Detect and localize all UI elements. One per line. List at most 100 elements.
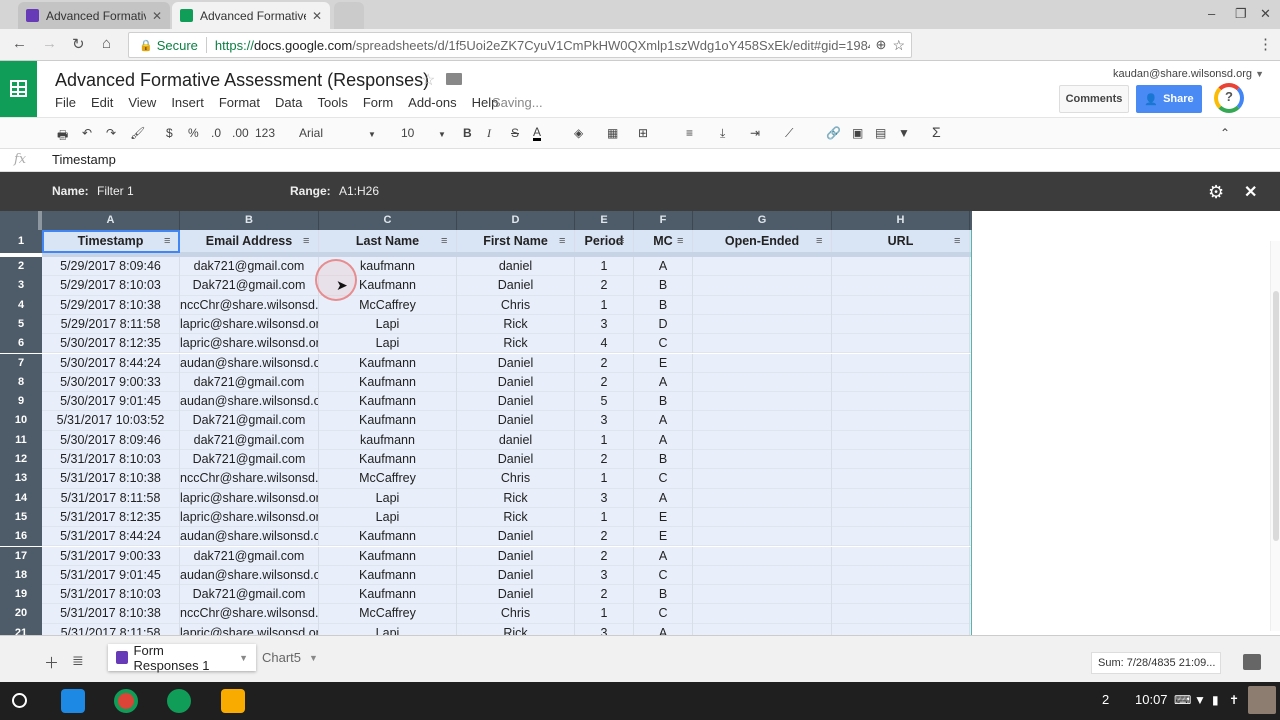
paint-format-icon[interactable]: 🖌 [130, 126, 145, 140]
header-cell[interactable]: Period [575, 230, 634, 252]
table-cell[interactable]: Daniel [457, 411, 575, 431]
table-cell[interactable]: Kaufmann [319, 372, 457, 393]
row-number[interactable]: 5 [0, 314, 42, 335]
table-cell[interactable]: Daniel [457, 527, 575, 547]
help-icon[interactable]: ? [1214, 83, 1244, 113]
table-cell[interactable]: 3 [575, 565, 634, 586]
scrollbar-thumb[interactable] [1273, 291, 1279, 541]
table-cell[interactable] [832, 604, 970, 624]
table-cell[interactable]: nccChr@share.wilsonsd.or [180, 469, 319, 489]
table-cell[interactable]: 2 [575, 372, 634, 393]
close-tab-icon[interactable]: ✕ [312, 9, 322, 23]
table-cell[interactable]: Daniel [457, 276, 575, 296]
collapse-toolbar-icon[interactable]: ⌃ [1220, 126, 1230, 140]
table-cell[interactable]: Dak721@gmail.com [180, 585, 319, 605]
table-cell[interactable]: McCaffrey [319, 604, 457, 624]
filter-icon[interactable]: ≡ [441, 235, 447, 247]
table-cell[interactable] [693, 430, 832, 450]
header-cell[interactable]: Last Name [319, 230, 457, 252]
table-cell[interactable]: 5 [575, 392, 634, 412]
table-cell[interactable] [832, 469, 970, 489]
table-cell[interactable]: 5/31/2017 8:12:35 [42, 507, 180, 528]
table-cell[interactable] [832, 334, 970, 354]
row-number[interactable]: 10 [0, 411, 42, 431]
menu-format[interactable]: Format [219, 95, 260, 110]
text-wrap-icon[interactable]: ⇥ [750, 126, 760, 140]
menu-file[interactable]: File [55, 95, 76, 110]
filter-icon[interactable]: ▼ [898, 126, 910, 140]
table-cell[interactable]: 1 [575, 604, 634, 624]
insert-chart-icon[interactable]: ▤ [875, 126, 886, 140]
launcher-icon[interactable] [12, 693, 27, 708]
table-cell[interactable]: 3 [575, 314, 634, 335]
table-cell[interactable]: nccChr@share.wilsonsd.or [180, 295, 319, 315]
table-cell[interactable] [693, 314, 832, 335]
table-cell[interactable]: Lapi [319, 334, 457, 354]
chrome-app-icon[interactable] [114, 689, 138, 713]
table-cell[interactable]: Rick [457, 507, 575, 528]
table-cell[interactable] [832, 314, 970, 335]
table-cell[interactable]: 2 [575, 527, 634, 547]
menu-form[interactable]: Form [363, 95, 393, 110]
table-cell[interactable] [693, 546, 832, 566]
table-cell[interactable]: 5/30/2017 8:44:24 [42, 353, 180, 373]
row-number[interactable]: 7 [0, 353, 42, 373]
table-cell[interactable]: C [634, 604, 693, 624]
table-cell[interactable] [693, 353, 832, 373]
table-cell[interactable]: McCaffrey [319, 469, 457, 489]
table-cell[interactable]: C [634, 565, 693, 586]
accessibility-icon[interactable]: ✝ [1229, 693, 1239, 707]
share-button[interactable]: 👤 Share [1136, 85, 1202, 113]
doc-title[interactable]: Advanced Formative Assessment (Responses… [55, 70, 429, 91]
table-cell[interactable]: 5/31/2017 8:10:03 [42, 450, 180, 470]
table-cell[interactable]: B [634, 585, 693, 605]
maximize-icon[interactable]: ❐ [1235, 6, 1247, 22]
close-tab-icon[interactable]: ✕ [152, 9, 162, 23]
header-cell[interactable]: Email Address [180, 230, 319, 252]
print-icon[interactable]: 🖶 [57, 126, 68, 147]
table-cell[interactable]: 5/29/2017 8:11:58 [42, 314, 180, 335]
table-cell[interactable] [693, 527, 832, 547]
sheet-grid[interactable]: ABCDEFGH 1 2 3 4 5 6 7 8 9 10 11 12 13 14 15 16 17 18 19 20… [0, 211, 1280, 635]
keyboard-icon[interactable]: ⌨ [1174, 693, 1191, 707]
filter-icon[interactable]: ≡ [618, 235, 624, 247]
select-all-corner[interactable] [0, 211, 42, 230]
table-cell[interactable] [832, 392, 970, 412]
row-number[interactable]: 15 [0, 507, 42, 528]
back-icon[interactable]: ← [12, 35, 27, 52]
table-cell[interactable]: 1 [575, 430, 634, 450]
table-cell[interactable]: 5/30/2017 9:01:45 [42, 392, 180, 412]
comments-button[interactable]: Comments [1059, 85, 1129, 113]
table-cell[interactable]: B [634, 295, 693, 315]
decrease-decimal-button[interactable]: .0 [211, 126, 221, 140]
table-cell[interactable]: audan@share.wilsonsd.or [180, 527, 319, 547]
table-cell[interactable]: Lapi [319, 488, 457, 508]
table-cell[interactable]: 5/31/2017 9:01:45 [42, 565, 180, 586]
table-cell[interactable]: Kaufmann [319, 450, 457, 470]
table-cell[interactable]: Chris [457, 469, 575, 489]
row-number[interactable]: 16 [0, 527, 42, 547]
table-cell[interactable]: 5/31/2017 8:10:03 [42, 585, 180, 605]
table-cell[interactable] [693, 450, 832, 470]
filter-range-input[interactable]: A1:H26 [339, 184, 379, 198]
table-cell[interactable]: 2 [575, 276, 634, 296]
row-number[interactable]: 20 [0, 604, 42, 624]
table-cell[interactable]: E [634, 507, 693, 528]
table-cell[interactable] [832, 546, 970, 566]
table-cell[interactable]: E [634, 527, 693, 547]
new-tab-button[interactable] [334, 2, 364, 29]
table-cell[interactable]: Daniel [457, 565, 575, 586]
folder-icon[interactable] [446, 73, 462, 85]
table-cell[interactable]: Kaufmann [319, 546, 457, 566]
header-cell[interactable]: Timestamp [42, 230, 180, 252]
table-cell[interactable] [693, 623, 832, 635]
align-vertical-icon[interactable]: ⤓ [720, 126, 725, 141]
notification-count[interactable]: 2 [1102, 692, 1109, 707]
table-cell[interactable]: 5/31/2017 8:10:38 [42, 469, 180, 489]
row-number[interactable]: 3 [0, 276, 42, 296]
table-cell[interactable]: Lapi [319, 623, 457, 635]
table-cell[interactable]: 5/30/2017 9:00:33 [42, 372, 180, 393]
table-cell[interactable]: 5/31/2017 10:03:52 [42, 411, 180, 431]
table-cell[interactable] [693, 334, 832, 354]
column-header-g[interactable]: G [693, 211, 832, 230]
